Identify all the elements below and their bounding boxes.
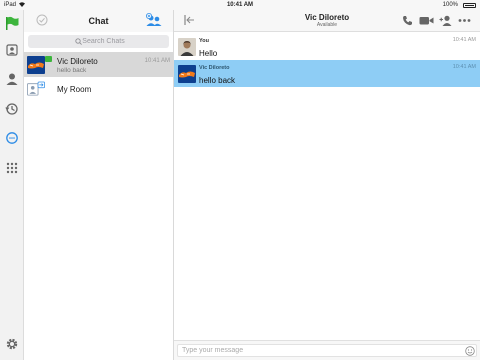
phone-icon[interactable] [402, 15, 413, 26]
add-participant-icon[interactable] [439, 15, 453, 26]
chat-list-header: Chat [24, 10, 173, 32]
profile-icon[interactable] [5, 72, 19, 86]
message: Vic Diloreto hello back 10:41 AM [174, 60, 480, 87]
presence-status: Available [316, 22, 338, 28]
video-call-icon[interactable] [419, 15, 434, 26]
chat-list-item[interactable]: My Room [24, 77, 173, 102]
user-photo-avatar [178, 38, 196, 56]
more-options-icon[interactable] [458, 15, 471, 26]
status-bar: iPad 10:41 AM 100% [0, 0, 480, 10]
settings-icon[interactable] [5, 337, 19, 351]
chat-name: Vic Diloreto [57, 57, 98, 66]
chat-time: 10:41 AM [144, 58, 170, 64]
message-time: 10:41 AM [452, 37, 476, 43]
presence-indicator-icon [45, 56, 52, 62]
conversation-pane: Vic Diloreto Available You Hello 10:41 A… [174, 10, 480, 360]
battery-icon [463, 3, 476, 8]
search-input[interactable] [28, 35, 169, 48]
message-sender: Vic Diloreto [199, 65, 230, 71]
conversation-header: Vic Diloreto Available [174, 10, 480, 32]
flag-icon[interactable] [5, 16, 19, 30]
message-text: hello back [199, 76, 236, 85]
contacts-card-icon[interactable] [5, 43, 19, 57]
message-composer [174, 340, 480, 360]
message-input[interactable] [177, 344, 477, 357]
chat-name: My Room [57, 85, 92, 94]
message: You Hello 10:41 AM [174, 33, 480, 60]
contact-name: Vic Diloreto [304, 13, 350, 22]
battery-percent: 100% [442, 2, 458, 8]
message-text: Hello [199, 49, 218, 58]
chat-list-item[interactable]: Vic Diloreto hello back 10:41 AM [24, 52, 173, 77]
chat-preview: hello back [57, 67, 87, 74]
message-time: 10:41 AM [452, 64, 476, 70]
chat-list-pane: Chat Vic Diloreto hello back 10:41 AM [24, 10, 174, 360]
clock: 10:41 AM [226, 2, 254, 8]
navigation-rail [0, 10, 24, 360]
search-bar [28, 35, 169, 48]
history-icon[interactable] [5, 102, 19, 116]
chat-bubble-icon[interactable] [5, 131, 19, 145]
gators-logo-avatar [27, 56, 45, 74]
room-icon [27, 81, 45, 96]
message-sender: You [199, 38, 209, 44]
emoji-icon[interactable] [465, 346, 475, 356]
new-group-chat-icon[interactable] [145, 13, 163, 27]
gators-logo-avatar [178, 65, 196, 83]
dialpad-icon[interactable] [5, 161, 19, 175]
